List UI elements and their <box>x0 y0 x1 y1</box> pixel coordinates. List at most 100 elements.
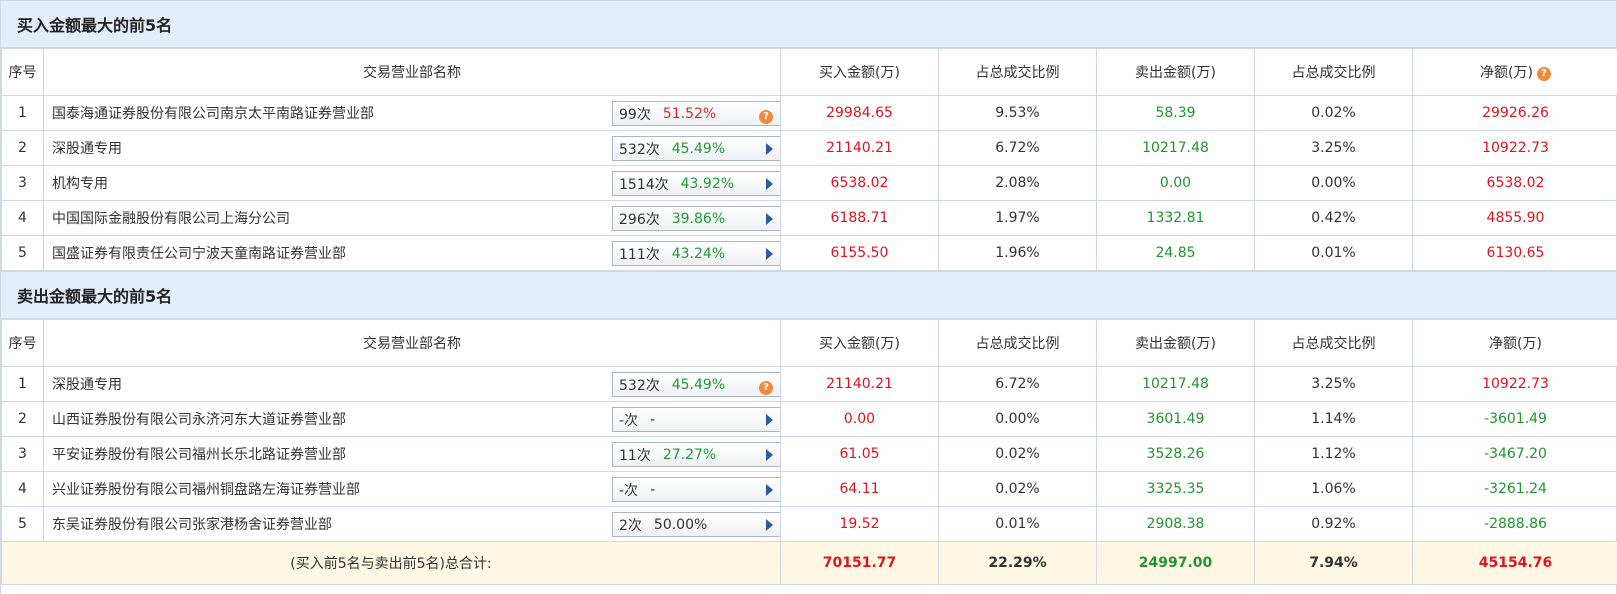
table-row: 3 平安证券股份有限公司福州长乐北路证券营业部 11次 27.27% 61.05 0.02… <box>1 436 1617 472</box>
row-index: 1 <box>1 95 44 131</box>
arrow-right-icon[interactable] <box>766 213 773 225</box>
stat-icon-wrap[interactable] <box>766 483 773 500</box>
stat-icon-wrap[interactable] <box>766 413 773 430</box>
broker-cell: 平安证券股份有限公司福州长乐北路证券营业部 11次 27.27% <box>43 436 781 472</box>
broker-name[interactable]: 深股通专用 <box>52 138 122 158</box>
buy-table-header: 序号 交易营业部名称 买入金额(万) 占总成交比例 卖出金额(万) 占总成交比例… <box>1 48 1617 96</box>
broker-cell: 深股通专用 532次 45.49% <box>43 130 781 166</box>
broker-stat-box[interactable]: 1514次 43.92% <box>612 171 780 196</box>
row-index: 1 <box>1 366 44 402</box>
broker-stat-box[interactable]: -次 - <box>612 477 780 502</box>
broker-name[interactable]: 兴业证券股份有限公司福州铜盘路左海证券营业部 <box>52 479 360 499</box>
stat-icon-wrap[interactable] <box>766 448 773 465</box>
stat-icon-wrap[interactable] <box>766 247 773 264</box>
sell-ratio: 0.02% <box>1254 95 1413 131</box>
broker-name[interactable]: 中国国际金融股份有限公司上海分公司 <box>52 208 290 228</box>
sell-amount: 10217.48 <box>1096 366 1255 402</box>
broker-name[interactable]: 东吴证券股份有限公司张家港杨舍证券营业部 <box>52 514 332 534</box>
broker-name[interactable]: 国泰海通证券股份有限公司南京太平南路证券营业部 <box>52 103 374 123</box>
win-rate: 43.24% <box>671 245 726 262</box>
win-rate: - <box>650 411 656 428</box>
arrow-right-icon[interactable] <box>766 519 773 531</box>
buy-ratio: 0.00% <box>938 401 1097 437</box>
net-header-label: 净额(万) <box>1480 65 1533 81</box>
question-icon[interactable]: ? <box>759 110 773 124</box>
sell-ratio: 0.00% <box>1254 165 1413 201</box>
broker-cell: 国盛证券有限责任公司宁波天童南路证券营业部 111次 43.24% <box>43 235 781 271</box>
broker-name[interactable]: 山西证券股份有限公司永济河东大道证券营业部 <box>52 409 346 429</box>
broker-cell: 山西证券股份有限公司永济河东大道证券营业部 -次 - <box>43 401 781 437</box>
broker-stat-box[interactable]: 2次 50.00% <box>612 512 780 537</box>
win-rate: 43.92% <box>680 175 735 192</box>
row-index: 2 <box>1 130 44 166</box>
row-index: 5 <box>1 235 44 271</box>
table-row: 2 山西证券股份有限公司永济河东大道证券营业部 -次 -0.00 0.00% 3601.4… <box>1 401 1617 437</box>
broker-cell: 国泰海通证券股份有限公司南京太平南路证券营业部 99次 51.52%? <box>43 95 781 131</box>
stat-icon-wrap[interactable]: ? <box>759 378 773 395</box>
row-index: 3 <box>1 165 44 201</box>
win-rate: 45.49% <box>671 376 726 393</box>
net-amount: -3601.49 <box>1412 401 1617 437</box>
stat-icon-wrap[interactable] <box>766 518 773 535</box>
total-buy-ratio: 22.29% <box>938 541 1097 585</box>
col-index: 序号 <box>1 319 44 367</box>
sell-amount: 24.85 <box>1096 235 1255 271</box>
stat-icon-wrap[interactable] <box>766 142 773 159</box>
net-amount: 10922.73 <box>1412 366 1617 402</box>
col-buy-amount: 买入金额(万) <box>780 48 939 96</box>
broker-name[interactable]: 机构专用 <box>52 173 108 193</box>
col-net-amount: 净额(万)? <box>1412 48 1617 96</box>
question-icon[interactable]: ? <box>1536 67 1551 81</box>
broker-name[interactable]: 国盛证券有限责任公司宁波天童南路证券营业部 <box>52 243 346 263</box>
row-index: 4 <box>1 471 44 507</box>
list-count: 296次 <box>619 211 660 228</box>
arrow-right-icon[interactable] <box>766 414 773 426</box>
sell-ratio: 3.25% <box>1254 130 1413 166</box>
broker-stat-box[interactable]: 532次 45.49% <box>612 136 780 161</box>
stat-icon-wrap[interactable]: ? <box>759 107 773 124</box>
lhb-tables: 买入金额最大的前5名 序号 交易营业部名称 买入金额(万) 占总成交比例 卖出金… <box>0 0 1617 594</box>
stat-icon-wrap[interactable] <box>766 177 773 194</box>
stat-icon-wrap[interactable] <box>766 212 773 229</box>
win-rate: - <box>650 481 656 498</box>
list-count: -次 <box>619 412 639 429</box>
broker-name[interactable]: 深股通专用 <box>52 374 122 394</box>
total-row: (买入前5名与卖出前5名)总合计: 70151.77 22.29% 24997.… <box>1 541 1617 585</box>
buy-amount: 6188.71 <box>780 200 939 236</box>
broker-stat-box[interactable]: 296次 39.86% <box>612 206 780 231</box>
buy-amount: 61.05 <box>780 436 939 472</box>
buy-amount: 21140.21 <box>780 130 939 166</box>
win-rate: 39.86% <box>671 210 726 227</box>
sell-ratio: 0.01% <box>1254 235 1413 271</box>
list-count: -次 <box>619 482 639 499</box>
broker-stat-box[interactable]: 99次 51.52%? <box>612 101 780 126</box>
sell-amount: 10217.48 <box>1096 130 1255 166</box>
arrow-right-icon[interactable] <box>766 484 773 496</box>
broker-name[interactable]: 平安证券股份有限公司福州长乐北路证券营业部 <box>52 444 346 464</box>
total-sell: 24997.00 <box>1096 541 1255 585</box>
broker-stat-box[interactable]: 532次 45.49%? <box>612 372 780 397</box>
row-index: 5 <box>1 506 44 542</box>
col-index: 序号 <box>1 48 44 96</box>
sell-amount: 1332.81 <box>1096 200 1255 236</box>
table-row: 5 国盛证券有限责任公司宁波天童南路证券营业部 111次 43.24% 6155.50 1… <box>1 235 1617 271</box>
broker-stat-box[interactable]: 11次 27.27% <box>612 442 780 467</box>
broker-stat-box[interactable]: -次 - <box>612 407 780 432</box>
buy-amount: 6155.50 <box>780 235 939 271</box>
arrow-right-icon[interactable] <box>766 143 773 155</box>
buy-ratio: 6.72% <box>938 366 1097 402</box>
buy-ratio: 0.01% <box>938 506 1097 542</box>
sell-ratio: 1.14% <box>1254 401 1413 437</box>
buy-ratio: 1.97% <box>938 200 1097 236</box>
win-rate: 51.52% <box>662 105 717 122</box>
broker-stat-box[interactable]: 111次 43.24% <box>612 241 780 266</box>
arrow-right-icon[interactable] <box>766 449 773 461</box>
arrow-right-icon[interactable] <box>766 248 773 260</box>
col-sell-amount: 卖出金额(万) <box>1096 319 1255 367</box>
net-amount: 6538.02 <box>1412 165 1617 201</box>
buy-ratio: 1.96% <box>938 235 1097 271</box>
question-icon[interactable]: ? <box>759 381 773 395</box>
row-index: 2 <box>1 401 44 437</box>
col-broker-name: 交易营业部名称 <box>43 48 781 96</box>
arrow-right-icon[interactable] <box>766 178 773 190</box>
